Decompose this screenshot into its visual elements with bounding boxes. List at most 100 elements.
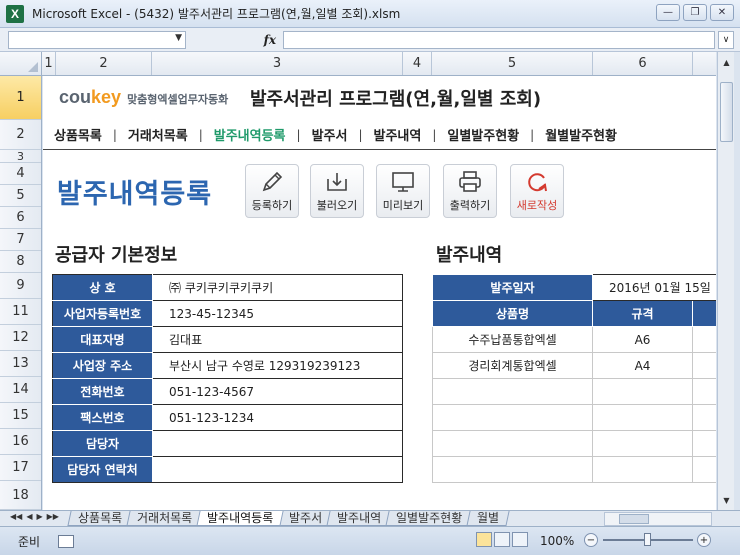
column-header[interactable]: 5: [432, 52, 593, 75]
spec-cell[interactable]: [592, 378, 693, 405]
sheet-tab-order-history[interactable]: 발주내역: [326, 511, 392, 526]
column-header[interactable]: 4: [403, 52, 432, 75]
zoom-slider-knob[interactable]: [644, 533, 651, 546]
minimize-button[interactable]: —: [656, 4, 680, 21]
sheet-tab-purchase-order[interactable]: 발주서: [278, 511, 333, 526]
spec-cell[interactable]: [592, 456, 693, 483]
table-row: 대표자명 김대표: [52, 326, 403, 353]
row-header[interactable]: 2: [0, 120, 41, 150]
table-row: 사업자등록번호 123-45-12345: [52, 300, 403, 327]
first-sheet-icon[interactable]: ◀◀: [10, 512, 22, 521]
row-header[interactable]: 14: [0, 377, 41, 403]
spec-cell[interactable]: [592, 430, 693, 457]
menu-item-products[interactable]: 상품목록: [43, 125, 113, 144]
scrollbar-thumb[interactable]: [720, 82, 733, 142]
excel-app-icon[interactable]: X: [6, 4, 24, 23]
column-header[interactable]: 6: [593, 52, 693, 75]
product-cell[interactable]: 수주납품통합엑셀: [432, 326, 593, 353]
fax-cell[interactable]: 051-123-1234: [152, 404, 403, 431]
row-header[interactable]: 13: [0, 351, 41, 377]
order-date-cell[interactable]: 2016년 01월 15일: [592, 274, 716, 301]
zoom-in-icon[interactable]: +: [697, 533, 711, 547]
horizontal-scrollbar[interactable]: [604, 512, 712, 526]
scrollbar-thumb[interactable]: [619, 514, 649, 524]
extra-cell[interactable]: [692, 456, 716, 483]
extra-cell[interactable]: [692, 352, 716, 379]
column-header[interactable]: 1: [42, 52, 56, 75]
macro-record-icon[interactable]: [58, 534, 75, 548]
row-header[interactable]: 18: [0, 481, 41, 510]
spec-cell[interactable]: [592, 404, 693, 431]
register-button[interactable]: 등록하기: [245, 164, 299, 218]
insert-function-icon[interactable]: fx: [264, 33, 276, 47]
page-break-view-button[interactable]: [512, 532, 528, 547]
row-header[interactable]: 6: [0, 207, 41, 229]
vertical-scrollbar[interactable]: ▲ ▼: [717, 52, 734, 510]
contact-phone-cell[interactable]: [152, 456, 403, 483]
menu-item-purchase-order[interactable]: 발주서: [301, 125, 359, 144]
extra-cell[interactable]: [692, 404, 716, 431]
address-cell[interactable]: 부산시 남구 수영로 129319239123: [152, 352, 403, 379]
restore-button[interactable]: ❐: [683, 4, 707, 21]
print-button[interactable]: 출력하기: [443, 164, 497, 218]
row-header[interactable]: 4: [0, 163, 41, 185]
row-header[interactable]: 17: [0, 455, 41, 481]
menu-item-daily-status[interactable]: 일별발주현황: [436, 125, 530, 144]
spec-cell[interactable]: A6: [592, 326, 693, 353]
expand-formula-bar-icon[interactable]: ∨: [718, 31, 734, 49]
scroll-up-icon[interactable]: ▲: [719, 54, 734, 70]
phone-cell[interactable]: 051-123-4567: [152, 378, 403, 405]
product-cell[interactable]: [432, 430, 593, 457]
sheet-tab-clients[interactable]: 거래처목록: [126, 511, 203, 526]
row-header[interactable]: 8: [0, 251, 41, 273]
preview-button[interactable]: 미리보기: [376, 164, 430, 218]
row-header[interactable]: 11: [0, 299, 41, 325]
contact-person-cell[interactable]: [152, 430, 403, 457]
name-box[interactable]: ▼: [8, 31, 186, 49]
row-header[interactable]: 5: [0, 185, 41, 207]
representative-cell[interactable]: 김대표: [152, 326, 403, 353]
row-header[interactable]: 12: [0, 325, 41, 351]
zoom-level[interactable]: 100%: [540, 534, 574, 548]
extra-cell[interactable]: [692, 326, 716, 353]
prev-sheet-icon[interactable]: ◀: [26, 512, 32, 521]
spec-cell[interactable]: A4: [592, 352, 693, 379]
last-sheet-icon[interactable]: ▶▶: [47, 512, 59, 521]
sheet-tab-products[interactable]: 상품목록: [67, 511, 133, 526]
column-header[interactable]: 3: [152, 52, 403, 75]
row-header[interactable]: 9: [0, 273, 41, 299]
row-header[interactable]: 15: [0, 403, 41, 429]
close-button[interactable]: ✕: [710, 4, 734, 21]
product-cell[interactable]: [432, 404, 593, 431]
select-all-corner[interactable]: [0, 52, 42, 75]
supplier-info-table: 상 호 ㈜ 쿠키쿠키쿠키쿠키 사업자등록번호 123-45-12345 대표자명 김대…: [52, 274, 403, 483]
business-number-cell[interactable]: 123-45-12345: [152, 300, 403, 327]
zoom-out-icon[interactable]: −: [584, 533, 598, 547]
row-header[interactable]: 1: [0, 76, 41, 120]
formula-input[interactable]: [283, 31, 715, 49]
product-cell[interactable]: [432, 456, 593, 483]
scroll-down-icon[interactable]: ▼: [719, 492, 734, 508]
normal-view-button[interactable]: [476, 532, 492, 547]
menu-item-order-entry[interactable]: 발주내역등록: [203, 125, 297, 144]
company-name-cell[interactable]: ㈜ 쿠키쿠키쿠키쿠키: [152, 274, 403, 301]
menu-item-clients[interactable]: 거래처목록: [117, 125, 199, 144]
extra-cell[interactable]: [692, 430, 716, 457]
row-header[interactable]: 16: [0, 429, 41, 455]
menu-item-monthly-status[interactable]: 월별발주현황: [534, 125, 628, 144]
column-header[interactable]: 2: [56, 52, 152, 75]
next-sheet-icon[interactable]: ▶: [36, 512, 42, 521]
product-cell[interactable]: [432, 378, 593, 405]
extra-cell[interactable]: [692, 378, 716, 405]
sheet-tab-monthly[interactable]: 월별: [466, 511, 510, 526]
row-header[interactable]: 7: [0, 229, 41, 251]
chevron-down-icon[interactable]: ▼: [175, 33, 182, 43]
new-button[interactable]: 새로작성: [510, 164, 564, 218]
page-layout-view-button[interactable]: [494, 532, 510, 547]
row-header[interactable]: 3: [0, 150, 41, 163]
product-cell[interactable]: 경리회계통합엑셀: [432, 352, 593, 379]
load-button[interactable]: 불러오기: [310, 164, 364, 218]
sheet-tab-order-entry[interactable]: 발주내역등록: [196, 511, 285, 526]
menu-item-order-history[interactable]: 발주내역: [363, 125, 433, 144]
sheet-tab-daily-status[interactable]: 일별발주현황: [385, 511, 473, 526]
